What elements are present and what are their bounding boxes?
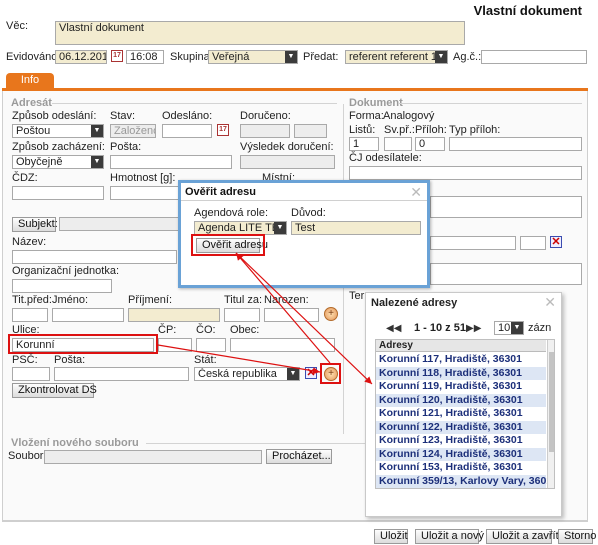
annotation-arrows (157, 252, 373, 385)
arrow-ulice-to-verify (157, 344, 321, 375)
arrow-dialog-to-results (235, 252, 373, 385)
arrow-verify-to-dialog (235, 252, 331, 364)
